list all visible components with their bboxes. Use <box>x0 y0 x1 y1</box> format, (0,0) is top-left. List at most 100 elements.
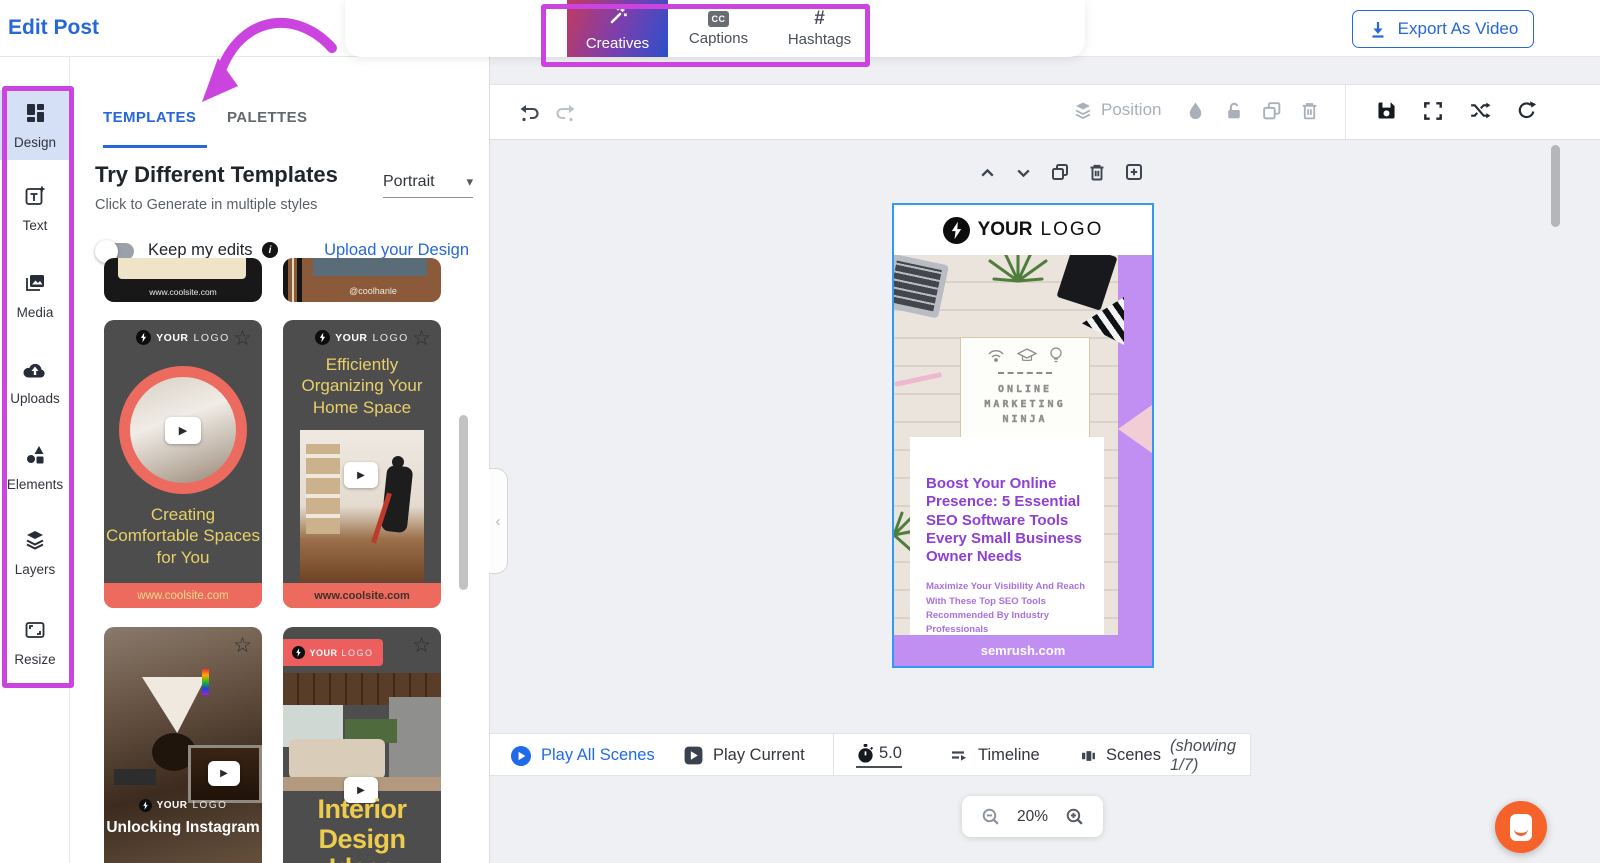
logo-your-text: YOUR <box>335 332 367 344</box>
position-button[interactable]: Position <box>1073 100 1161 120</box>
stopwatch-icon <box>856 743 875 764</box>
logo-your-text: YOUR <box>309 648 337 658</box>
duplicate-scene-icon[interactable] <box>1050 162 1070 182</box>
sidebar-item-design[interactable]: Design <box>0 90 70 160</box>
bolt-icon <box>943 217 970 244</box>
mode-tabs-card: Creatives CC Captions # Hashtags <box>345 0 1085 57</box>
template-card-comfortable-spaces[interactable]: YOUR LOGO ☆ ▶ Creating Comfortable Space… <box>104 320 262 608</box>
template-card-partial-right[interactable]: @coolhanle <box>283 258 441 302</box>
tab-palettes[interactable]: PALETTES <box>227 109 307 126</box>
scene-controls <box>978 162 1144 182</box>
undo-icon[interactable] <box>518 101 542 125</box>
laptop-decoration <box>894 255 949 318</box>
play-icon[interactable]: ▶ <box>165 417 201 444</box>
export-as-video-button[interactable]: Export As Video <box>1352 10 1534 48</box>
favorite-star-icon[interactable]: ☆ <box>412 328 431 349</box>
opacity-droplet-icon[interactable] <box>1185 100 1206 121</box>
sidebar-item-layers[interactable]: Layers <box>0 517 70 587</box>
design-headline: Boost Your Online Presence: 5 Essential … <box>926 475 1090 566</box>
panel-collapse-handle[interactable]: ‹ <box>489 468 508 574</box>
tab-captions[interactable]: CC Captions <box>668 0 769 57</box>
play-triangle: ▶ <box>357 470 365 481</box>
template-footer: www.coolsite.com <box>283 583 441 608</box>
captions-cc-icon: CC <box>708 11 729 27</box>
timeline-button[interactable]: Timeline <box>949 734 1040 777</box>
play-all-scenes-button[interactable]: Play All Scenes <box>510 734 655 777</box>
play-icon[interactable]: ▶ <box>344 462 378 488</box>
edit-post-link[interactable]: Edit Post <box>8 16 99 40</box>
stripe-decoration <box>283 258 305 302</box>
left-sidebar: Design Text Media <box>0 57 70 863</box>
delete-scene-icon[interactable] <box>1087 162 1107 182</box>
favorite-star-icon[interactable]: ☆ <box>233 635 252 656</box>
move-scene-down-icon[interactable] <box>1014 163 1033 182</box>
design-grid-icon <box>23 101 47 130</box>
fullscreen-icon[interactable] <box>1422 100 1444 122</box>
grad-cap-doodle-icon <box>1017 348 1037 363</box>
magic-wand-icon <box>607 5 629 32</box>
canvas-scrollbar[interactable] <box>1551 145 1560 227</box>
play-current-button[interactable]: Play Current <box>683 734 805 777</box>
tab-creatives-label: Creatives <box>586 35 649 52</box>
template-card-organizing-home[interactable]: YOUR LOGO ☆ Efficiently Organizing Your … <box>283 320 441 608</box>
scenes-label: Scenes <box>1106 746 1161 765</box>
template-footer: www.coolsite.com <box>104 583 262 608</box>
sidebar-item-text[interactable]: Text <box>0 173 70 243</box>
template-footer-url: www.coolsite.com <box>314 590 410 602</box>
panel-scrollbar[interactable] <box>459 415 468 590</box>
favorite-star-icon[interactable]: ☆ <box>412 635 431 656</box>
sidebar-item-elements[interactable]: Elements <box>0 432 70 502</box>
dark-label-patch <box>114 769 156 785</box>
sidebar-item-media-label: Media <box>17 305 54 320</box>
duplicate-icon[interactable] <box>1261 100 1282 121</box>
tab-templates[interactable]: TEMPLATES <box>103 109 196 126</box>
media-image-icon <box>23 271 47 300</box>
sidebar-item-design-label: Design <box>14 135 56 150</box>
tab-creatives[interactable]: Creatives <box>567 0 668 57</box>
reset-icon[interactable] <box>1515 99 1538 122</box>
sidebar-item-resize[interactable]: Resize <box>0 607 70 677</box>
info-icon[interactable]: i <box>262 242 278 258</box>
save-icon[interactable] <box>1375 99 1398 122</box>
redo-icon[interactable] <box>553 101 577 125</box>
template-card-interior-design[interactable]: YOUR LOGO ☆ ▶ Interior Design Ideas <box>283 627 441 863</box>
design-preview[interactable]: YOUR LOGO <box>892 203 1154 668</box>
orientation-dropdown[interactable]: Portrait ▾ <box>383 173 473 198</box>
tab-hashtags[interactable]: # Hashtags <box>769 0 870 57</box>
design-footer-url: semrush.com <box>981 643 1066 658</box>
template-card-unlocking-instagram[interactable]: ☆ ▶ YOUR LOGO Unlocking Instagram <box>104 627 262 863</box>
scenes-button[interactable]: Scenes (showing 1/7) <box>1080 734 1250 777</box>
chat-widget-button[interactable] <box>1495 801 1547 853</box>
unlock-icon[interactable] <box>1223 100 1244 121</box>
favorite-star-icon[interactable]: ☆ <box>233 328 252 349</box>
scenes-count-note: (showing 1/7) <box>1170 737 1250 775</box>
download-icon <box>1368 19 1388 39</box>
text-icon <box>23 184 47 213</box>
logo-logo-text: LOGO <box>194 332 230 344</box>
shuffle-icon[interactable] <box>1468 99 1491 122</box>
scenes-filmstrip-icon <box>1080 746 1097 766</box>
plant-decoration <box>980 255 1056 312</box>
template-photo <box>300 430 424 582</box>
panel-title: Try Different Templates <box>95 162 338 188</box>
template-logo-banner: YOUR LOGO <box>283 639 383 666</box>
scene-duration-control[interactable]: 5.0 <box>856 734 902 777</box>
move-scene-up-icon[interactable] <box>978 163 997 182</box>
bolt-icon <box>136 330 151 345</box>
position-layers-icon <box>1073 100 1093 120</box>
design-logo-your: YOUR <box>978 219 1033 241</box>
zoom-out-icon[interactable] <box>980 806 1001 827</box>
add-scene-icon[interactable] <box>1124 162 1144 182</box>
template-card-partial-left[interactable]: www.coolsite.com <box>104 258 262 302</box>
bulb-doodle-icon <box>1049 346 1063 364</box>
sidebar-item-media[interactable]: Media <box>0 260 70 330</box>
templates-tab-underline <box>103 145 207 148</box>
design-logo-logo: LOGO <box>1041 219 1104 241</box>
sidebar-item-uploads[interactable]: Uploads <box>0 347 70 417</box>
zoom-in-icon[interactable] <box>1064 806 1085 827</box>
sidebar-item-resize-label: Resize <box>14 652 55 667</box>
scene-duration-value: 5.0 <box>879 744 902 763</box>
delete-trash-icon[interactable] <box>1299 100 1320 121</box>
doodle-word-online: ONLINE <box>998 384 1052 395</box>
play-icon[interactable]: ▶ <box>208 761 240 786</box>
